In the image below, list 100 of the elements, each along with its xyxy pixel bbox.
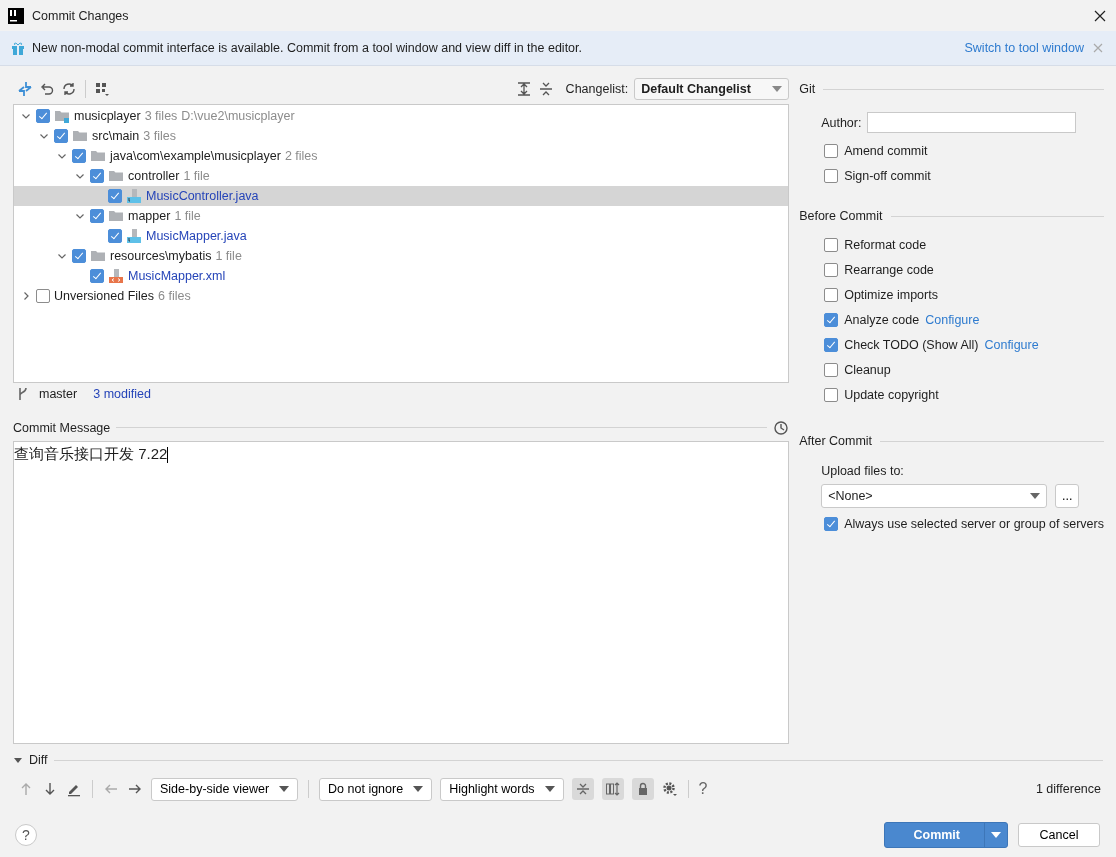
section-title: After Commit	[799, 434, 873, 448]
collapse-toggle[interactable]	[571, 778, 594, 800]
section-title: Git	[799, 82, 816, 96]
checkbox-label[interactable]: Optimize imports	[844, 287, 938, 302]
switch-link[interactable]: Switch to tool window	[964, 41, 1084, 55]
path-label: D:\vue2\musicplayer	[181, 108, 295, 123]
modified-count[interactable]: 3 modified	[93, 387, 151, 402]
changelist-dropdown[interactable]: Default Changelist	[634, 77, 790, 100]
tree-item-label[interactable]: MusicMapper.xml	[128, 268, 226, 283]
tree-item-label[interactable]: src\main	[92, 128, 140, 143]
tree-item-label[interactable]: Unversioned Files	[54, 288, 155, 303]
upload-dropdown[interactable]: <None>	[821, 484, 1048, 508]
history-icon[interactable]	[773, 419, 790, 436]
gift-icon	[10, 40, 26, 56]
caret-icon	[1030, 493, 1041, 499]
app-logo-icon	[8, 7, 24, 24]
checkbox[interactable]	[824, 387, 839, 402]
triangle-down-icon[interactable]	[13, 755, 23, 765]
java-file-icon	[126, 187, 142, 204]
section-title: Diff	[29, 753, 48, 767]
tree-item-label[interactable]: resources\mybatis	[110, 248, 212, 263]
sync-icon	[604, 781, 621, 797]
author-field[interactable]	[867, 112, 1077, 133]
file-count: 1 file	[215, 248, 242, 263]
xml-file-icon	[108, 267, 124, 284]
banner-message: New non-modal commit interface is available. Commit from a tool window and view diff in the editor.	[32, 41, 583, 55]
help-icon[interactable]: ?	[698, 780, 708, 798]
viewer-dropdown[interactable]: Do not ignore	[319, 777, 433, 801]
checkbox-label[interactable]: Cleanup	[844, 362, 891, 377]
checkbox-label[interactable]: Rearrange code	[844, 262, 934, 277]
file-count: 3 files	[144, 108, 178, 123]
author-label: Author:	[821, 115, 862, 130]
checkbox-label[interactable]: Sign-off commit	[844, 168, 931, 183]
java-file-icon	[126, 227, 142, 244]
checkbox[interactable]	[108, 188, 122, 203]
section-title: Before Commit	[799, 209, 883, 223]
arrows-icon[interactable]	[17, 80, 33, 97]
tree-item-label[interactable]: MusicMapper.java	[146, 228, 247, 243]
caret-icon[interactable]	[991, 832, 1001, 838]
tree-item-label[interactable]: MusicController.java	[146, 188, 259, 203]
cancel-button[interactable]: Cancel	[1018, 823, 1100, 847]
changelist-label: Changelist:	[565, 81, 629, 96]
refresh-icon[interactable]	[61, 80, 77, 97]
collapse-all-icon[interactable]	[537, 80, 554, 97]
checkbox[interactable]	[824, 337, 839, 352]
checkbox[interactable]	[824, 262, 839, 277]
caret-icon	[413, 786, 424, 792]
file-count: 2 files	[284, 148, 318, 163]
checkbox[interactable]	[36, 108, 50, 123]
checkbox[interactable]	[90, 268, 104, 283]
caret-icon	[772, 85, 783, 92]
difference-count: 1 difference	[1035, 782, 1101, 796]
collapse-icon	[574, 781, 591, 797]
checkbox-label[interactable]: Check TODO (Show All)	[844, 337, 979, 352]
browse-button[interactable]: ...	[1055, 484, 1080, 508]
checkbox[interactable]	[90, 208, 104, 223]
caret-icon	[544, 786, 555, 792]
checkbox[interactable]	[824, 237, 839, 252]
checkbox-label[interactable]: Update copyright	[844, 387, 939, 402]
checkbox[interactable]	[824, 362, 839, 377]
viewer-dropdown[interactable]: Side-by-side viewer	[151, 777, 299, 801]
checkbox[interactable]	[824, 312, 839, 327]
file-count: 6 files	[158, 288, 191, 303]
viewer-dropdown[interactable]: Highlight words	[440, 777, 564, 801]
settings-icon[interactable]	[661, 781, 678, 797]
checkbox[interactable]	[824, 516, 839, 531]
tree-item-label[interactable]: controller	[128, 168, 180, 183]
checkbox-label[interactable]: Amend commit	[844, 143, 928, 158]
checkbox[interactable]	[36, 288, 50, 303]
expand-all-icon[interactable]	[515, 80, 532, 97]
configure-link[interactable]: Configure	[984, 337, 1039, 352]
checkbox[interactable]	[90, 168, 104, 183]
checkbox[interactable]	[824, 143, 839, 158]
branch-name[interactable]: master	[39, 387, 78, 402]
file-count: 1 file	[174, 208, 201, 223]
configure-link[interactable]: Configure	[925, 312, 980, 327]
file-count: 1 file	[183, 168, 210, 183]
commit-message-field[interactable]: 查询音乐接口开发 7.22	[13, 440, 790, 744]
caret-icon	[279, 786, 290, 792]
checkbox-label[interactable]: Always use selected server or group of servers	[844, 516, 1104, 531]
lock-toggle[interactable]	[631, 778, 654, 800]
tree-item-label[interactable]: java\com\example\musicplayer	[110, 148, 281, 163]
checkbox-label[interactable]: Reformat code	[844, 237, 927, 252]
checkbox-label[interactable]: Analyze code	[844, 312, 920, 327]
group-by-icon[interactable]	[94, 80, 110, 97]
checkbox[interactable]	[824, 168, 839, 183]
commit-button[interactable]: Commit	[884, 822, 1008, 848]
checkbox[interactable]	[72, 248, 86, 263]
checkbox[interactable]	[54, 128, 68, 143]
checkbox[interactable]	[108, 228, 122, 243]
checkbox[interactable]	[72, 148, 86, 163]
window-title: Commit Changes	[32, 8, 130, 23]
tree-item-label[interactable]: musicplayer	[74, 108, 141, 123]
tree-item-label[interactable]: mapper	[128, 208, 171, 223]
file-count: 3 files	[143, 128, 176, 143]
sync-toggle[interactable]	[601, 778, 624, 800]
section-title: Commit Message	[13, 420, 111, 435]
help-button[interactable]: ?	[15, 824, 37, 846]
upload-label: Upload files to:	[821, 464, 904, 478]
checkbox[interactable]	[824, 287, 839, 302]
